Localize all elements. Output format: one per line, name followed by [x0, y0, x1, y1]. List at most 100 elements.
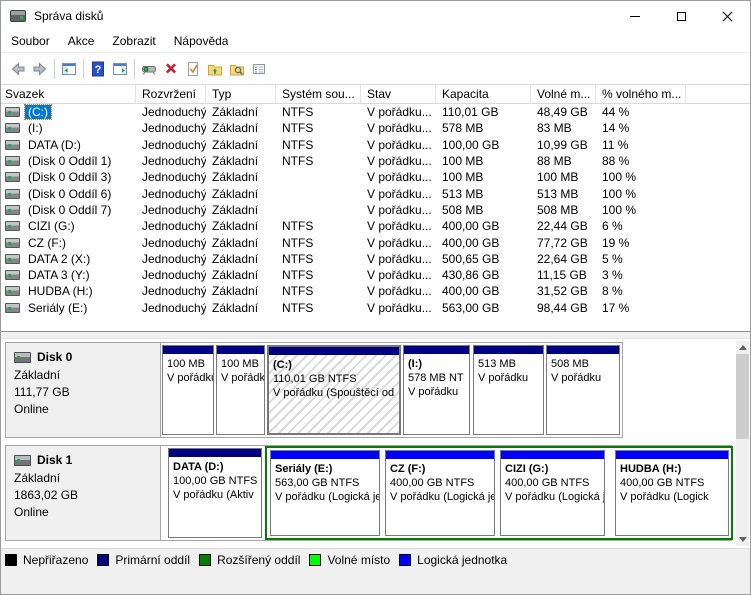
cell-type: Základní: [206, 104, 276, 120]
cell-free: 98,44 GB: [531, 300, 596, 316]
cell-free: 48,49 GB: [531, 104, 596, 120]
volume-label: (Disk 0 Oddíl 6): [25, 187, 114, 201]
cell-free: 11,15 GB: [531, 267, 596, 283]
partition-name: DATA (D:): [173, 460, 257, 474]
table-row[interactable]: DATA 3 (Y:)JednoduchýZákladníNTFSV pořád…: [1, 267, 750, 283]
open-folder-icon[interactable]: [204, 58, 226, 80]
cell-free: 31,52 GB: [531, 283, 596, 299]
properties-icon[interactable]: [248, 58, 270, 80]
partition-serialy-e[interactable]: Seriály (E:) 563,00 GB NTFS V pořádku (L…: [270, 450, 380, 536]
partition-c[interactable]: (C:) 110,01 GB NTFS V pořádku (Spouštěcí…: [267, 345, 401, 435]
partition-i[interactable]: (I:) 578 MB NT V pořádku: [403, 345, 470, 435]
partition-hudba-h[interactable]: HUDBA (H:) 400,00 GB NTFS V pořádku (Log…: [615, 450, 729, 536]
menu-item-napoveda[interactable]: Nápověda: [165, 31, 238, 52]
cell-type: Základní: [206, 234, 276, 250]
column-header[interactable]: Rozvržení: [136, 85, 206, 103]
cell-capacity: 500,65 GB: [436, 251, 531, 267]
volume-cell: CIZI (G:): [1, 218, 136, 234]
cell-free_pct: 88 %: [596, 153, 686, 169]
vertical-scrollbar[interactable]: [736, 341, 749, 546]
partition-size: 563,00 GB NTFS: [275, 476, 375, 490]
legend-color-swatch: [5, 554, 17, 566]
disk1-info-panel[interactable]: Disk 1 Základní 1863,02 GB Online: [6, 446, 161, 540]
column-header[interactable]: Systém sou...: [276, 85, 361, 103]
cell-free: 88 MB: [531, 153, 596, 169]
volume-icon: [5, 189, 20, 199]
volume-cell: HUDBA (H:): [1, 283, 136, 299]
cell-fs: NTFS: [276, 104, 361, 120]
column-header-filler: [686, 85, 750, 103]
cell-fs: NTFS: [276, 153, 361, 169]
close-button[interactable]: [704, 1, 750, 31]
menu-item-zobrazit[interactable]: Zobrazit: [103, 31, 164, 52]
delete-volume-icon[interactable]: [160, 58, 182, 80]
cell-layout: Jednoduchý: [136, 218, 206, 234]
back-arrow-icon[interactable]: [7, 58, 29, 80]
table-row[interactable]: (Disk 0 Oddíl 7)JednoduchýZákladníV pořá…: [1, 202, 750, 218]
explore-folder-icon[interactable]: [226, 58, 248, 80]
partition-cizi-g[interactable]: CIZI (G:) 400,00 GB NTFS V pořádku (Logi…: [500, 450, 605, 536]
table-row[interactable]: DATA 2 (X:)JednoduchýZákladníNTFSV pořád…: [1, 251, 750, 267]
partition-100mb-b[interactable]: 100 MB V pořádku: [216, 345, 265, 435]
legend-item: Volné místo: [309, 553, 390, 567]
extended-partition: Seriály (E:) 563,00 GB NTFS V pořádku (L…: [265, 446, 733, 540]
cell-free_pct: 44 %: [596, 104, 686, 120]
help-icon[interactable]: ?: [87, 58, 109, 80]
primary-partition-bar: [163, 346, 213, 354]
check-disk-icon[interactable]: [182, 58, 204, 80]
show-console-tree-icon[interactable]: [58, 58, 80, 80]
table-row[interactable]: CZ (F:)JednoduchýZákladníNTFSV pořádku..…: [1, 234, 750, 250]
table-row[interactable]: (Disk 0 Oddíl 1)JednoduchýZákladníNTFSV …: [1, 153, 750, 169]
column-header[interactable]: Stav: [361, 85, 436, 103]
table-row[interactable]: (I:)JednoduchýZákladníNTFSV pořádku...57…: [1, 120, 750, 136]
forward-arrow-icon[interactable]: [29, 58, 51, 80]
table-row[interactable]: HUDBA (H:)JednoduchýZákladníNTFSV pořádk…: [1, 283, 750, 299]
pane-splitter[interactable]: [1, 332, 750, 339]
minimize-button[interactable]: [612, 1, 658, 31]
maximize-button[interactable]: [658, 1, 704, 31]
partition-name: (I:): [408, 357, 465, 371]
menu-item-akce[interactable]: Akce: [59, 31, 104, 52]
scroll-down-button[interactable]: [736, 533, 749, 546]
table-row[interactable]: (C:)JednoduchýZákladníNTFSV pořádku...11…: [1, 104, 750, 120]
cell-free: 10,99 GB: [531, 137, 596, 153]
cell-free: 22,64 GB: [531, 251, 596, 267]
column-header[interactable]: Kapacita: [436, 85, 531, 103]
partition-513mb[interactable]: 513 MB V pořádku: [473, 345, 544, 435]
column-header[interactable]: Typ: [206, 85, 276, 103]
table-row[interactable]: Seriály (E:)JednoduchýZákladníNTFSV pořá…: [1, 300, 750, 316]
column-header[interactable]: Volné m...: [531, 85, 596, 103]
cell-free_pct: 11 %: [596, 137, 686, 153]
column-header[interactable]: Svazek: [1, 85, 136, 103]
table-row[interactable]: DATA (D:)JednoduchýZákladníNTFSV pořádku…: [1, 137, 750, 153]
partition-cz-f[interactable]: CZ (F:) 400,00 GB NTFS V pořádku (Logick…: [385, 450, 495, 536]
partition-508mb[interactable]: 508 MB V pořádku: [546, 345, 620, 435]
partition-data-d[interactable]: DATA (D:) 100,00 GB NTFS V pořádku (Akti…: [168, 448, 262, 538]
cell-type: Základní: [206, 120, 276, 136]
partition-size: 400,00 GB NTFS: [390, 476, 490, 490]
cell-capacity: 430,86 GB: [436, 267, 531, 283]
partition-100mb-a[interactable]: 100 MB V pořádku: [162, 345, 214, 435]
partition-status: V pořádku (Logická jed: [505, 490, 600, 504]
disk0-info-panel[interactable]: Disk 0 Základní 111,77 GB Online: [6, 343, 161, 437]
cell-fs: NTFS: [276, 267, 361, 283]
table-row[interactable]: CIZI (G:)JednoduchýZákladníNTFSV pořádku…: [1, 218, 750, 234]
legend-item: Logická jednotka: [399, 553, 507, 567]
scrollbar-thumb[interactable]: [736, 354, 749, 439]
volume-cell: (I:): [1, 120, 136, 136]
cell-free_pct: 5 %: [596, 251, 686, 267]
toolbar-separator: [83, 59, 84, 79]
cell-type: Základní: [206, 218, 276, 234]
volume-icon: [5, 140, 20, 150]
volume-cell: (Disk 0 Oddíl 3): [1, 169, 136, 185]
cell-capacity: 100,00 GB: [436, 137, 531, 153]
show-action-pane-icon[interactable]: [109, 58, 131, 80]
menu-item-soubor[interactable]: Soubor: [2, 31, 59, 52]
volume-cell: DATA 3 (Y:): [1, 267, 136, 283]
scroll-up-button[interactable]: [736, 341, 749, 354]
legend-color-swatch: [97, 554, 109, 566]
table-row[interactable]: (Disk 0 Oddíl 3)JednoduchýZákladníV pořá…: [1, 169, 750, 185]
drive-view-icon[interactable]: [138, 58, 160, 80]
table-row[interactable]: (Disk 0 Oddíl 6)JednoduchýZákladníV pořá…: [1, 185, 750, 201]
column-header[interactable]: % volného m...: [596, 85, 686, 103]
